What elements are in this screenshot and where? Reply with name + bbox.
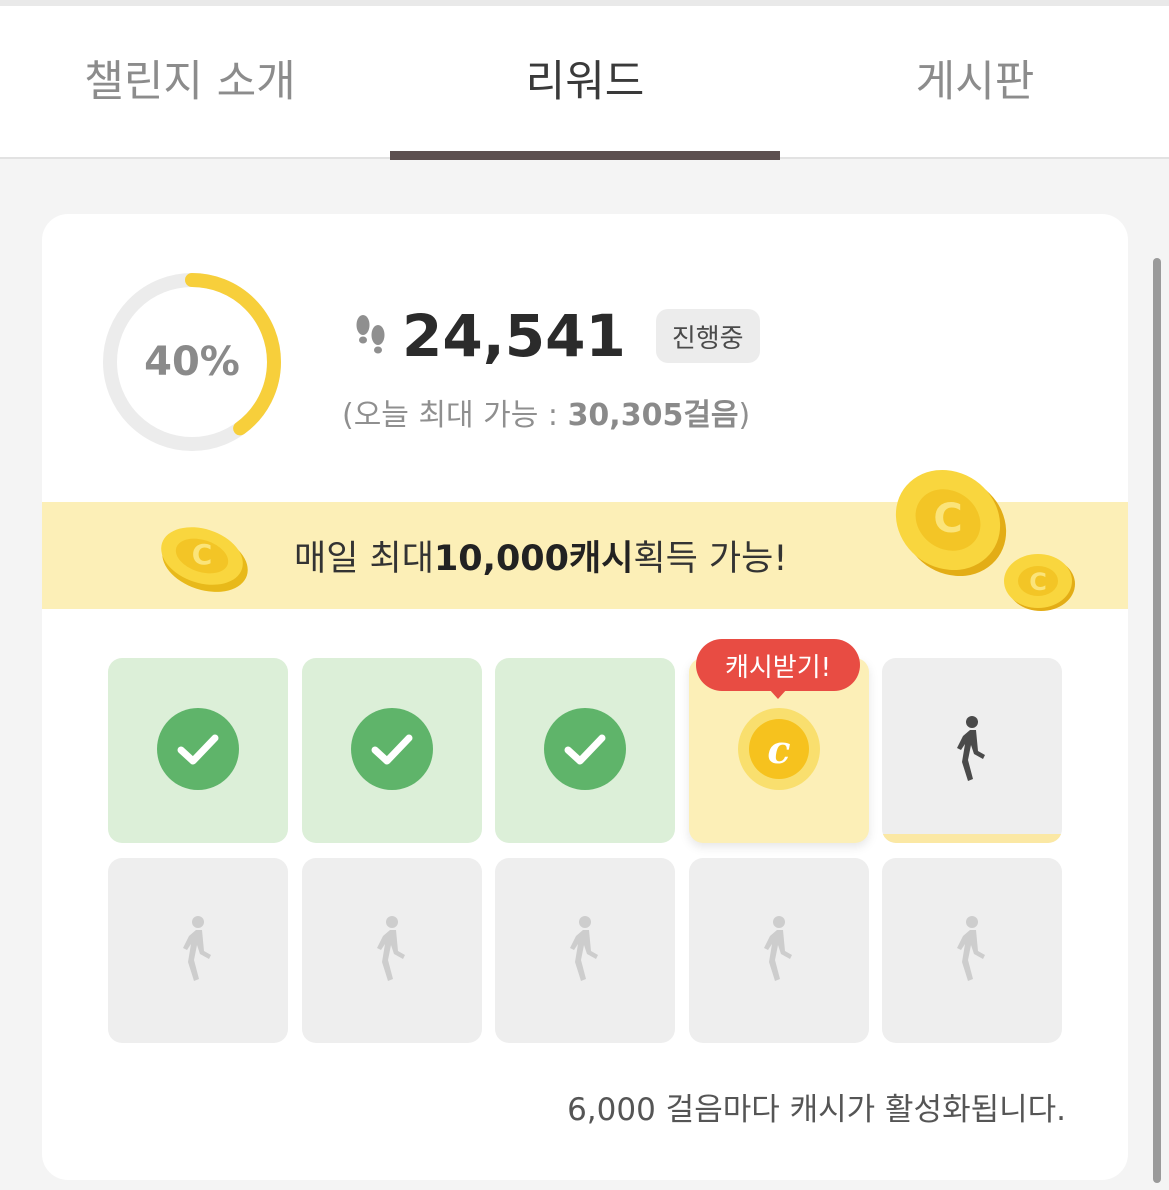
max-steps-prefix: (오늘 최대 가능 : bbox=[342, 398, 568, 433]
check-circle-icon bbox=[544, 707, 626, 794]
cash-coin-icon: c bbox=[737, 707, 820, 794]
reward-card: 40% 24,541 진행중 (오늘 최대 가능 : 30,305걸음) 매일 … bbox=[42, 214, 1128, 1180]
svg-text:C: C bbox=[192, 538, 213, 571]
max-steps-text: (오늘 최대 가능 : 30,305걸음) bbox=[342, 390, 750, 434]
cash-claim-tag-tail bbox=[769, 689, 787, 699]
banner-prefix: 매일 최대 bbox=[294, 539, 434, 579]
step-footnote: 6,000 걸음마다 캐시가 활성화됩니다. bbox=[567, 1092, 1066, 1128]
step-cell-9-locked bbox=[688, 858, 869, 1043]
tab-reward[interactable]: 리워드 bbox=[390, 6, 780, 157]
coin-icon-medium: C bbox=[1004, 554, 1075, 611]
walking-person-icon bbox=[955, 715, 989, 787]
step-cell-8-locked bbox=[495, 858, 675, 1043]
cell-progress-strip bbox=[882, 834, 1062, 843]
tab-challenge-intro[interactable]: 챌린지 소개 bbox=[0, 6, 390, 157]
coin-icon-large: C bbox=[895, 469, 1007, 577]
banner-highlight: 10,000캐시 bbox=[433, 539, 634, 579]
walking-person-icon bbox=[955, 915, 989, 987]
step-cell-1-done bbox=[108, 658, 288, 843]
walking-person-icon bbox=[568, 915, 602, 987]
scrollbar[interactable] bbox=[1153, 258, 1161, 1183]
step-cell-2-done bbox=[301, 658, 482, 843]
step-cell-7-locked bbox=[301, 858, 482, 1043]
progress-percent: 40% bbox=[144, 339, 240, 385]
step-cell-10-locked bbox=[882, 858, 1062, 1043]
cash-claim-tag[interactable]: 캐시받기! bbox=[696, 639, 860, 691]
check-circle-icon bbox=[157, 707, 239, 794]
banner-suffix: 획득 가능! bbox=[633, 539, 788, 579]
coin-icon: C bbox=[161, 527, 248, 592]
walking-person-icon bbox=[375, 915, 409, 987]
svg-text:c: c bbox=[767, 727, 790, 772]
svg-text:C: C bbox=[933, 496, 962, 542]
step-cell-3-done bbox=[495, 658, 675, 843]
footprints-icon bbox=[356, 315, 385, 354]
svg-text:C: C bbox=[1029, 568, 1047, 596]
steps-row: 24,541 진행중 bbox=[354, 302, 760, 370]
walking-person-icon bbox=[762, 915, 796, 987]
step-cell-5-current bbox=[882, 658, 1062, 843]
max-steps-value: 30,305걸음 bbox=[567, 398, 739, 433]
check-circle-icon bbox=[350, 707, 433, 794]
walking-person-icon bbox=[181, 915, 215, 987]
status-badge: 진행중 bbox=[655, 309, 760, 363]
steps-count: 24,541 bbox=[402, 302, 626, 370]
active-tab-indicator bbox=[390, 151, 780, 160]
banner-text: 매일 최대 10,000캐시 획득 가능! bbox=[294, 502, 787, 609]
step-cell-6-locked bbox=[108, 858, 288, 1043]
tab-board[interactable]: 게시판 bbox=[780, 6, 1169, 157]
max-steps-suffix: ) bbox=[738, 398, 751, 433]
tab-bar: 챌린지 소개 리워드 게시판 bbox=[0, 6, 1169, 160]
